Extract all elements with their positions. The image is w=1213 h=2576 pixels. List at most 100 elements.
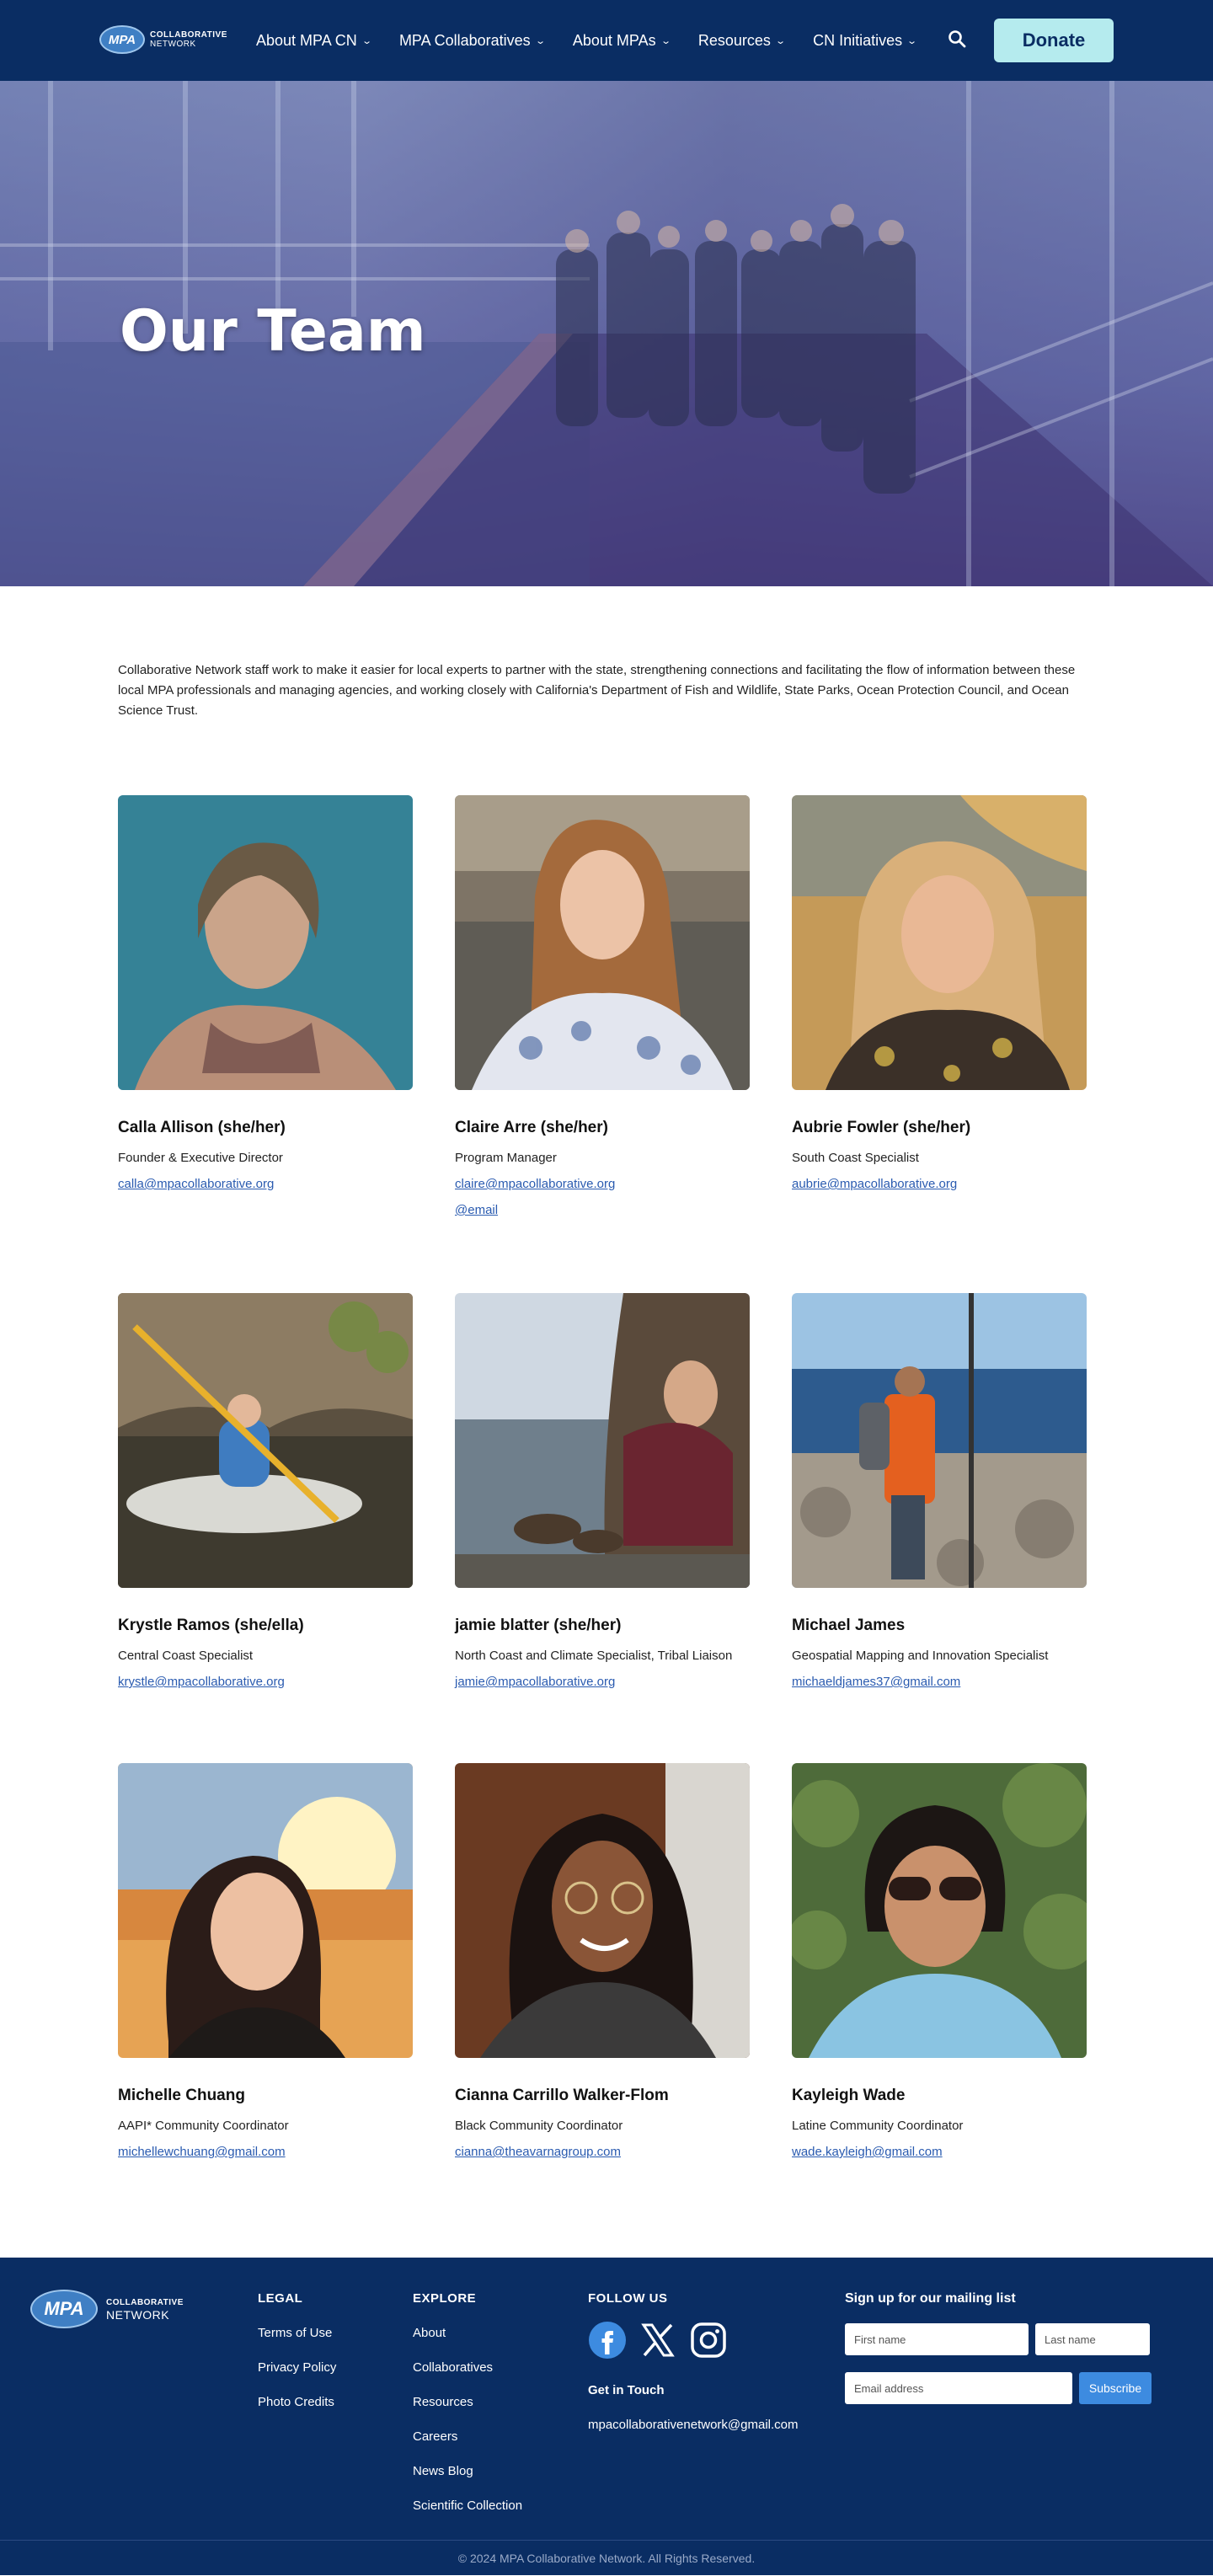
- footer-follow-heading: FOLLOW US: [588, 2291, 668, 2306]
- contact-email-link[interactable]: mpacollaborativenetwork@gmail.com: [588, 2418, 799, 2432]
- team-member-role: Geospatial Mapping and Innovation Specia…: [792, 1649, 1049, 1663]
- team-member-name: Michelle Chuang: [118, 2087, 245, 2104]
- team-photo: [118, 1763, 413, 2058]
- donate-button[interactable]: Donate: [994, 19, 1114, 62]
- nav-item-about-mpas[interactable]: About MPAs ⌄: [572, 31, 671, 50]
- team-photo: [792, 795, 1087, 1090]
- team-photo: [455, 1763, 750, 2058]
- team-member-name: Krystle Ramos (she/ella): [118, 1617, 304, 1634]
- nav-item-cn-initiatives[interactable]: CN Initiatives ⌄: [813, 31, 918, 50]
- team-member-email-link[interactable]: claire@mpacollaborative.org: [455, 1177, 750, 1191]
- footer-legal-column: LEGAL Terms of Use Privacy Policy Photo …: [258, 2291, 336, 2429]
- logo-text: COLLABORATIVE NETWORK: [150, 30, 227, 49]
- photo-credits-link[interactable]: Photo Credits: [258, 2395, 336, 2409]
- chevron-down-icon: ⌄: [361, 35, 372, 46]
- team-photo: [792, 1763, 1087, 2058]
- email-address-input[interactable]: Email address: [845, 2372, 1072, 2404]
- footer-explore-column: EXPLORE About Collaboratives Resources C…: [413, 2291, 522, 2533]
- team-member-email-link[interactable]: jamie@mpacollaborative.org: [455, 1675, 750, 1689]
- name-fields-row: First name Last name: [845, 2323, 1152, 2355]
- last-name-input[interactable]: Last name: [1035, 2323, 1150, 2355]
- nav-label: MPA Collaboratives: [398, 31, 531, 49]
- team-member-email-link[interactable]: krystle@mpacollaborative.org: [118, 1675, 413, 1689]
- nav-label: CN Initiatives: [813, 31, 903, 49]
- team-member-role: AAPI* Community Coordinator: [118, 2119, 289, 2133]
- logo-badge: MPA: [30, 2290, 98, 2328]
- team-member-role: North Coast and Climate Specialist, Trib…: [455, 1649, 733, 1663]
- first-name-input[interactable]: First name: [845, 2323, 1029, 2355]
- mailing-list-heading: Sign up for our mailing list: [845, 2291, 1016, 2306]
- footer-follow-column: FOLLOW US Get in Touch mpacollaborativen…: [588, 2291, 799, 2452]
- explore-collaboratives-link[interactable]: Collaboratives: [413, 2360, 522, 2375]
- team-member-name: Calla Allison (she/her): [118, 1119, 286, 1136]
- explore-scientific-collection-link[interactable]: Scientific Collection: [413, 2499, 522, 2513]
- team-photo: [792, 1293, 1087, 1588]
- team-member-name: Kayleigh Wade: [792, 2087, 906, 2104]
- logo-line-1: COLLABORATIVE: [150, 30, 227, 40]
- x-icon[interactable]: [639, 2321, 677, 2360]
- copyright-text: © 2024 MPA Collaborative Network. All Ri…: [0, 2540, 1213, 2575]
- team-member-name: Michael James: [792, 1617, 906, 1634]
- chevron-down-icon: ⌄: [775, 35, 786, 46]
- team-member-role: Founder & Executive Director: [118, 1151, 283, 1165]
- explore-resources-link[interactable]: Resources: [413, 2395, 522, 2409]
- site-header: MPA COLLABORATIVE NETWORK About MPA CN ⌄ …: [0, 0, 1213, 81]
- team-photo: [455, 795, 750, 1090]
- team-member-email-link[interactable]: calla@mpacollaborative.org: [118, 1177, 413, 1191]
- chevron-down-icon: ⌄: [906, 35, 918, 46]
- team-member-email-link[interactable]: @email: [455, 1203, 750, 1217]
- team-card: Krystle Ramos (she/ella) Central Coast S…: [118, 1293, 413, 1689]
- team-card: Aubrie Fowler (she/her) South Coast Spec…: [792, 795, 1087, 1191]
- footer-logo[interactable]: MPA COLLABORATIVE NETWORK: [30, 2290, 184, 2328]
- search-icon[interactable]: [947, 29, 967, 49]
- privacy-policy-link[interactable]: Privacy Policy: [258, 2360, 336, 2375]
- nav-item-about-mpa-cn[interactable]: About MPA CN ⌄: [256, 31, 372, 50]
- logo-line-2: NETWORK: [106, 2308, 170, 2322]
- team-photo: [118, 1293, 413, 1588]
- team-card: Michael James Geospatial Mapping and Inn…: [792, 1293, 1087, 1689]
- subscribe-button[interactable]: Subscribe: [1079, 2372, 1152, 2404]
- team-member-role: Black Community Coordinator: [455, 2119, 623, 2133]
- team-member-email-link[interactable]: michaeldjames37@gmail.com: [792, 1675, 1087, 1689]
- site-logo[interactable]: MPA COLLABORATIVE NETWORK: [99, 25, 227, 54]
- team-card: jamie blatter (she/her) North Coast and …: [455, 1293, 750, 1689]
- team-member-role: South Coast Specialist: [792, 1151, 919, 1165]
- explore-about-link[interactable]: About: [413, 2326, 522, 2340]
- team-member-role: Latine Community Coordinator: [792, 2119, 964, 2133]
- nav-item-mpa-collaboratives[interactable]: MPA Collaboratives ⌄: [398, 31, 546, 50]
- instagram-icon[interactable]: [689, 2321, 728, 2360]
- team-photo: [118, 795, 413, 1090]
- team-member-name: Aubrie Fowler (she/her): [792, 1119, 971, 1136]
- team-card: Claire Arre (she/her) Program Manager cl…: [455, 795, 750, 1217]
- nav-item-resources[interactable]: Resources ⌄: [697, 31, 786, 50]
- logo-text: COLLABORATIVE NETWORK: [106, 2296, 184, 2322]
- team-card: Michelle Chuang AAPI* Community Coordina…: [118, 1763, 413, 2159]
- nav-label: About MPAs: [572, 31, 656, 49]
- logo-line-2: NETWORK: [150, 40, 196, 49]
- team-member-name: jamie blatter (she/her): [455, 1617, 622, 1634]
- facebook-icon[interactable]: [588, 2321, 627, 2360]
- logo-badge: MPA: [99, 25, 145, 54]
- hero-banner: Our Team: [0, 81, 1213, 586]
- team-member-email-link[interactable]: wade.kayleigh@gmail.com: [792, 2145, 1087, 2159]
- team-card: Calla Allison (she/her) Founder & Execut…: [118, 795, 413, 1191]
- team-member-role: Program Manager: [455, 1151, 557, 1165]
- team-member-email-link[interactable]: aubrie@mpacollaborative.org: [792, 1177, 1087, 1191]
- team-member-email-link[interactable]: michellewchuang@gmail.com: [118, 2145, 413, 2159]
- team-photo: [455, 1293, 750, 1588]
- team-member-name: Cianna Carrillo Walker-Flom: [455, 2087, 669, 2104]
- chevron-down-icon: ⌄: [534, 35, 546, 46]
- logo-line-1: COLLABORATIVE: [106, 2298, 184, 2307]
- nav-label: About MPA CN: [256, 31, 357, 49]
- footer-explore-heading: EXPLORE: [413, 2291, 477, 2306]
- get-in-touch-heading: Get in Touch: [588, 2383, 665, 2397]
- page-title: Our Team: [120, 298, 426, 365]
- chevron-down-icon: ⌄: [660, 35, 671, 46]
- team-card: Kayleigh Wade Latine Community Coordinat…: [792, 1763, 1087, 2159]
- explore-news-blog-link[interactable]: News Blog: [413, 2464, 522, 2478]
- terms-of-use-link[interactable]: Terms of Use: [258, 2326, 336, 2340]
- team-member-email-link[interactable]: cianna@theavarnagroup.com: [455, 2145, 750, 2159]
- nav-label: Resources: [697, 31, 771, 49]
- explore-careers-link[interactable]: Careers: [413, 2429, 522, 2444]
- social-icons: [588, 2321, 799, 2360]
